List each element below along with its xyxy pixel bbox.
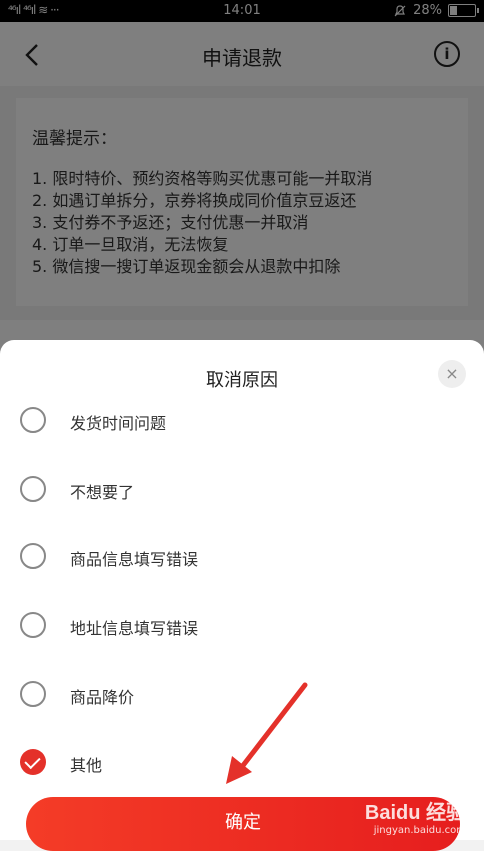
radio-icon[interactable] — [20, 476, 46, 502]
reason-label: 其他 — [70, 756, 103, 775]
watermark-brand: Baidu 经验 — [364, 802, 466, 824]
reason-label: 商品信息填写错误 — [70, 550, 199, 569]
reason-label: 商品降价 — [70, 688, 135, 707]
reason-label: 不想要了 — [70, 483, 135, 502]
reason-option[interactable]: 不想要了 — [0, 468, 484, 512]
reason-option[interactable]: 地址信息填写错误 — [0, 604, 484, 648]
watermark: Baidu 经验 jingyan.baidu.com — [365, 796, 466, 836]
sheet-title: 取消原因 — [206, 370, 278, 391]
close-icon[interactable]: × — [438, 360, 466, 388]
radio-icon[interactable] — [20, 612, 46, 638]
radio-icon[interactable] — [20, 681, 46, 707]
reason-label: 地址信息填写错误 — [70, 619, 199, 638]
reason-option-selected[interactable]: 其他 — [0, 741, 484, 785]
checked-radio-icon[interactable] — [20, 749, 46, 775]
radio-icon[interactable] — [20, 407, 46, 433]
reason-option[interactable]: 商品信息填写错误 — [0, 535, 484, 579]
reason-option[interactable]: 发货时间问题 — [0, 399, 484, 443]
reason-option[interactable]: 商品降价 — [0, 673, 484, 717]
watermark-url: jingyan.baidu.com — [373, 825, 466, 836]
reason-label: 发货时间问题 — [70, 414, 167, 433]
radio-icon[interactable] — [20, 543, 46, 569]
